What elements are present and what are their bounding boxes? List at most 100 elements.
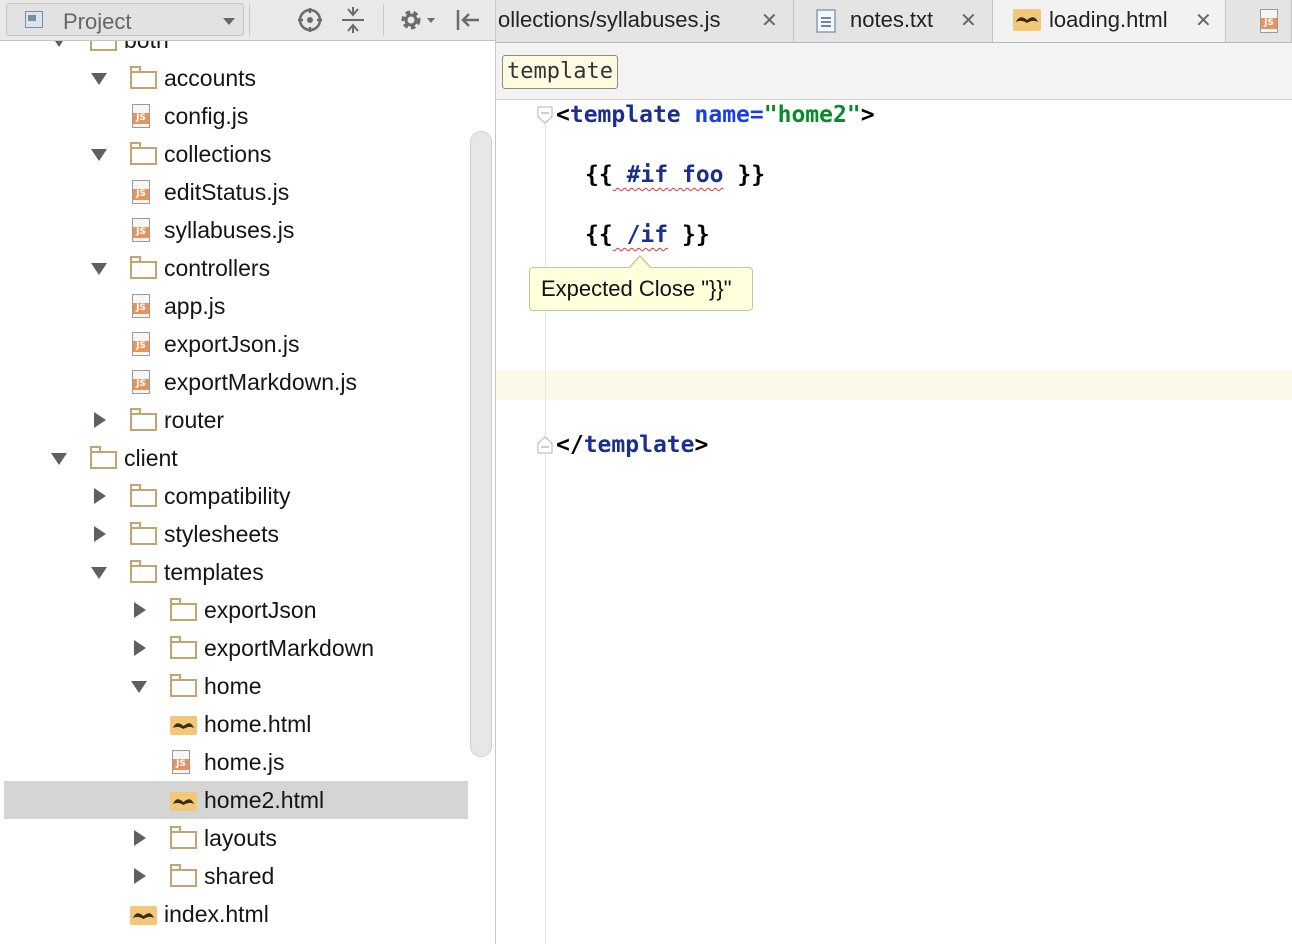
hide-panel-icon[interactable]: [452, 4, 482, 36]
html-file-icon: [170, 712, 197, 736]
tree-item-label: home.html: [204, 711, 312, 737]
chevron-down-icon[interactable]: [50, 41, 68, 49]
tree-file-item[interactable]: home.html: [4, 705, 468, 743]
chevron-right-icon[interactable]: [90, 487, 108, 505]
tree-file-item[interactable]: home.js: [4, 743, 468, 781]
tree-file-item[interactable]: index.html: [4, 895, 468, 933]
chevron-down-icon[interactable]: [90, 145, 108, 163]
tree-folder-item[interactable]: exportJson: [4, 591, 468, 629]
tree-file-item[interactable]: home2.html: [4, 781, 468, 819]
code-token: >: [694, 432, 709, 458]
collapse-all-icon[interactable]: [338, 4, 368, 36]
code-token: <: [556, 102, 570, 128]
project-panel-header: Project: [0, 0, 495, 41]
code-line-1: <template name="home2">: [556, 102, 875, 128]
tree-scrollbar[interactable]: [470, 131, 492, 757]
chevron-down-icon[interactable]: [130, 677, 148, 695]
tree-folder-item[interactable]: home: [4, 667, 468, 705]
chevron-down-icon[interactable]: [50, 449, 68, 467]
editor-tab-bar: ollections/syllabuses.js ✕ notes.txt ✕ l…: [496, 0, 1292, 43]
tree-file-item[interactable]: editStatus.js: [4, 173, 468, 211]
js-file-icon: [1258, 9, 1280, 34]
folder-icon: [130, 408, 157, 432]
tree-file-item[interactable]: exportMarkdown.js: [4, 363, 468, 401]
chevron-down-icon[interactable]: [90, 259, 108, 277]
tab-notes-txt[interactable]: notes.txt ✕: [794, 0, 993, 42]
chevron-right-icon[interactable]: [90, 411, 108, 429]
tree-folder-item[interactable]: controllers: [4, 249, 468, 287]
close-icon[interactable]: ✕: [960, 8, 977, 33]
tree-folder-item[interactable]: layouts: [4, 819, 468, 857]
folder-icon: [170, 598, 197, 622]
tab-label: loading.html: [1049, 7, 1168, 32]
tree-file-item[interactable]: syllabuses.js: [4, 211, 468, 249]
tree-folder-item[interactable]: both: [4, 41, 468, 59]
chevron-right-icon[interactable]: [90, 525, 108, 543]
fold-toggle-icon[interactable]: [537, 436, 553, 454]
folder-icon: [130, 66, 157, 90]
tree-item-label: app.js: [164, 293, 226, 319]
code-line-3: {{ #if foo }}: [585, 162, 765, 188]
tree-folder-item[interactable]: templates: [4, 553, 468, 591]
code-token: {{: [585, 162, 613, 188]
tree-folder-item[interactable]: exportMarkdown: [4, 629, 468, 667]
tree-file-item[interactable]: config.js: [4, 97, 468, 135]
code-editor[interactable]: <template name="home2"> {{ #if foo }} {{…: [496, 100, 1292, 944]
locate-icon[interactable]: [295, 4, 325, 36]
tree-item-label: editStatus.js: [164, 179, 290, 205]
code-line-5: {{ /if }}: [585, 222, 710, 248]
tree-item-label: home2.html: [204, 787, 325, 813]
code-tag-name: template: [583, 432, 695, 458]
close-icon[interactable]: ✕: [1195, 8, 1212, 33]
code-tag-name: template: [569, 102, 681, 128]
folder-icon: [130, 256, 157, 280]
tree-folder-item[interactable]: shared: [4, 857, 468, 895]
tree-folder-item[interactable]: collections: [4, 135, 468, 173]
html-file-icon: [130, 902, 157, 926]
tree-item-label: stylesheets: [164, 521, 280, 547]
tab-loading-html[interactable]: loading.html ✕: [993, 0, 1226, 42]
text-file-icon: [816, 9, 836, 38]
project-panel: Project both accounts config.js collections…: [0, 0, 496, 944]
code-line-11: </template>: [556, 432, 708, 458]
chevron-down-icon[interactable]: [90, 563, 108, 581]
tab-syllabuses-js[interactable]: ollections/syllabuses.js ✕: [496, 0, 794, 42]
tree-item-label: exportMarkdown: [204, 635, 375, 661]
folder-icon: [170, 674, 197, 698]
code-token: >: [860, 102, 875, 128]
folder-icon: [130, 142, 157, 166]
settings-icon[interactable]: [396, 4, 440, 36]
chevron-right-icon[interactable]: [130, 867, 148, 885]
tree-folder-item[interactable]: router: [4, 401, 468, 439]
js-file-icon: [130, 104, 152, 129]
tree-file-item[interactable]: app.js: [4, 287, 468, 325]
code-attr-name: name: [694, 102, 750, 128]
js-file-icon: [130, 370, 152, 395]
tooltip-text: Expected Close "}}": [541, 276, 732, 301]
project-view-selector[interactable]: Project: [6, 3, 244, 36]
tree-folder-item[interactable]: stylesheets: [4, 515, 468, 553]
tree-file-item[interactable]: exportJson.js: [4, 325, 468, 363]
code-token: </: [556, 432, 584, 458]
breadcrumb-item-template[interactable]: template: [502, 55, 618, 89]
breadcrumb: template: [496, 43, 1292, 100]
chevron-right-icon[interactable]: [130, 639, 148, 657]
tab-label: notes.txt: [850, 7, 934, 32]
toolbar-separator: [249, 4, 250, 36]
chevron-right-icon[interactable]: [130, 601, 148, 619]
chevron-right-icon[interactable]: [130, 829, 148, 847]
toolbar-separator: [383, 4, 384, 36]
tree-folder-item[interactable]: compatibility: [4, 477, 468, 515]
tree-folder-item[interactable]: accounts: [4, 59, 468, 97]
tab-label: ollections/syllabuses.js: [498, 7, 721, 32]
close-icon[interactable]: ✕: [761, 8, 778, 33]
fold-toggle-icon[interactable]: [537, 106, 553, 124]
js-file-icon: [170, 750, 192, 775]
project-icon: [25, 11, 43, 28]
tab-overflow-js[interactable]: [1226, 0, 1292, 42]
gutter-separator: [545, 110, 546, 944]
tree-folder-item[interactable]: client: [4, 439, 468, 477]
js-file-icon: [130, 180, 152, 205]
folder-icon: [170, 636, 197, 660]
chevron-down-icon[interactable]: [90, 69, 108, 87]
